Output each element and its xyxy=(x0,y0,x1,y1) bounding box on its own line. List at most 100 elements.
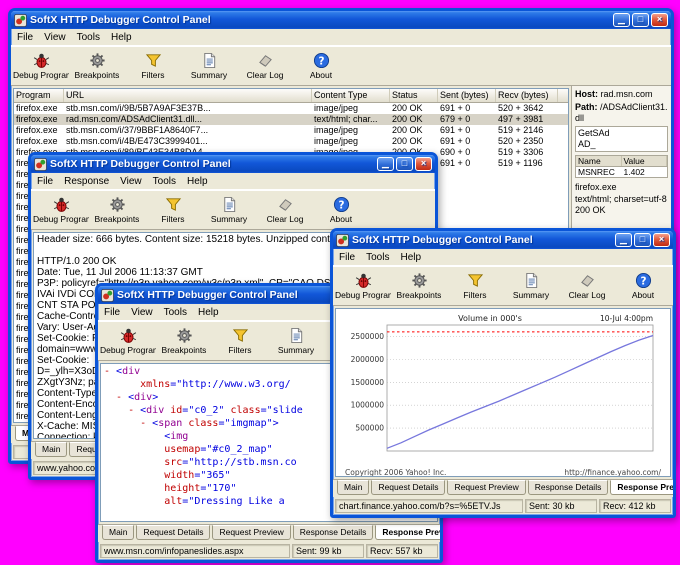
menu-view[interactable]: View xyxy=(131,307,153,318)
toolbar-debug-program-button[interactable]: Debug Program xyxy=(100,323,156,359)
toolbar-breakpoints-button[interactable]: Breakpoints xyxy=(69,48,125,84)
toolbar-debug-program-button[interactable]: Debug Program xyxy=(335,268,391,304)
maximize-button[interactable]: □ xyxy=(396,157,413,171)
table-row[interactable]: firefox.exe stb.msn.com/i/37/9BBF1A8640F7… xyxy=(14,125,568,136)
tab-response-preview[interactable]: Response Preview xyxy=(375,525,440,540)
toolbar-summary-button[interactable]: Summary xyxy=(181,48,237,84)
title-bar[interactable]: SoftX HTTP Debugger Control Panel ▁□× xyxy=(11,11,671,29)
breakpoints-gear-icon xyxy=(89,52,106,69)
toolbar-button-label: Clear Log xyxy=(266,214,304,224)
toolbar-summary-button[interactable]: Summary xyxy=(201,192,257,228)
toolbar-debug-program-button[interactable]: Debug Program xyxy=(13,48,69,84)
desktop: SoftX HTTP Debugger Control Panel ▁ □ × Fi… xyxy=(0,0,680,565)
query-param: AD_ xyxy=(578,139,596,150)
menu-bar: File Tools Help xyxy=(333,249,673,266)
summary-document-icon xyxy=(221,196,238,213)
menu-response[interactable]: Response xyxy=(64,176,109,187)
toolbar-about-button[interactable]: ? About xyxy=(313,192,369,228)
tab-main[interactable]: Main xyxy=(102,525,135,540)
svg-text:500000: 500000 xyxy=(355,424,384,433)
table-cell: 690 + 0 xyxy=(440,147,471,157)
status-url: chart.finance.yahoo.com/b?s=%5ETV.Js xyxy=(335,499,523,513)
menu-file[interactable]: File xyxy=(339,252,355,263)
column-header[interactable]: Status xyxy=(390,89,438,102)
toolbar-button-label: About xyxy=(309,70,333,80)
close-button[interactable]: × xyxy=(651,13,668,27)
menu-tools[interactable]: Tools xyxy=(366,252,389,263)
toolbar-button-label: Debug Program xyxy=(100,345,156,355)
maximize-button[interactable]: □ xyxy=(634,233,651,247)
column-header[interactable]: Sent (bytes) xyxy=(438,89,496,102)
toolbar: Debug Program Breakpoints Filters Summary Cl… xyxy=(333,266,673,306)
menu-file[interactable]: File xyxy=(17,32,33,43)
tab-request-details[interactable]: Request Details xyxy=(136,525,211,540)
menu-view[interactable]: View xyxy=(44,32,66,43)
filters-funnel-icon xyxy=(232,327,249,344)
column-header[interactable]: Program xyxy=(14,89,64,102)
window-controls: ▁□× xyxy=(377,157,432,171)
toolbar-filters-button[interactable]: Filters xyxy=(447,268,503,304)
toolbar-debug-program-button[interactable]: Debug Program xyxy=(33,192,89,228)
tab-response-preview[interactable]: Response Preview xyxy=(610,480,673,495)
toolbar-button-label: Breakpoints xyxy=(396,290,442,300)
minimize-button[interactable]: ▁ xyxy=(615,233,632,247)
debugger-window-response-preview-chart: SoftX HTTP Debugger Control Panel ▁ □ × Fi… xyxy=(330,228,676,518)
close-button[interactable]: × xyxy=(653,233,670,247)
maximize-button[interactable]: □ xyxy=(632,13,649,27)
toolbar-clear-log-button[interactable]: Clear Log xyxy=(257,192,313,228)
menu-tools[interactable]: Tools xyxy=(164,307,187,318)
menu-tools[interactable]: Tools xyxy=(77,32,100,43)
toolbar-button-label: Filters xyxy=(463,290,487,300)
column-header[interactable]: Recv (bytes) xyxy=(496,89,558,102)
toolbar-about-button[interactable]: ? About xyxy=(615,268,671,304)
menu-help[interactable]: Help xyxy=(400,252,421,263)
toolbar-filters-button[interactable]: Filters xyxy=(125,48,181,84)
toolbar-clear-log-button[interactable]: Clear Log xyxy=(559,268,615,304)
debug-bug-icon xyxy=(120,327,137,344)
toolbar-summary-button[interactable]: Summary xyxy=(268,323,324,359)
tab-request-details[interactable]: Request Details xyxy=(371,480,446,495)
minimize-button[interactable]: ▁ xyxy=(613,13,630,27)
toolbar-about-button[interactable]: ? About xyxy=(293,48,349,84)
menu-file[interactable]: File xyxy=(104,307,120,318)
toolbar-summary-button[interactable]: Summary xyxy=(503,268,559,304)
table-row[interactable]: firefox.exe stb.msn.com/i/9B/5B7A9AF3E37B… xyxy=(14,103,568,114)
menu-tools[interactable]: Tools xyxy=(153,176,176,187)
tab-request-preview[interactable]: Request Preview xyxy=(212,525,291,540)
menu-file[interactable]: File xyxy=(37,176,53,187)
menu-help[interactable]: Help xyxy=(111,32,132,43)
nv-row[interactable]: MSNREC 1.402 xyxy=(575,165,668,178)
toolbar-breakpoints-button[interactable]: Breakpoints xyxy=(391,268,447,304)
table-row[interactable]: firefox.exe rad.msn.com/ADSAdClient31.dll… xyxy=(14,114,568,125)
table-cell: image/jpeg xyxy=(314,125,359,135)
table-cell: 200 OK xyxy=(392,103,423,113)
breakpoints-gear-icon xyxy=(109,196,126,213)
table-row[interactable]: firefox.exe stb.msn.com/i/4B/E473C3999401… xyxy=(14,136,568,147)
host-label: Host: xyxy=(575,89,598,99)
toolbar-clear-log-button[interactable]: Clear Log xyxy=(237,48,293,84)
minimize-button[interactable]: ▁ xyxy=(377,157,394,171)
tab-response-details[interactable]: Response Details xyxy=(292,525,374,540)
column-header[interactable]: URL xyxy=(64,89,312,102)
clear-log-eraser-icon xyxy=(257,52,274,69)
tab-main[interactable]: Main xyxy=(35,442,68,457)
toolbar-breakpoints-button[interactable]: Breakpoints xyxy=(89,192,145,228)
toolbar-filters-button[interactable]: Filters xyxy=(145,192,201,228)
title-bar[interactable]: SoftX HTTP Debugger Control Panel ▁□× xyxy=(333,231,673,249)
table-cell: 691 + 0 xyxy=(440,125,471,135)
tab-request-preview[interactable]: Request Preview xyxy=(447,480,526,495)
status-sent: Sent: 30 kb xyxy=(525,499,597,513)
nv-name: MSNREC xyxy=(578,166,615,177)
menu-view[interactable]: View xyxy=(120,176,142,187)
host-value: rad.msn.com xyxy=(600,89,653,99)
menu-bar: File View Tools Help xyxy=(11,29,671,46)
title-bar[interactable]: SoftX HTTP Debugger Control Panel ▁□× xyxy=(31,155,435,173)
tab-response-details[interactable]: Response Details xyxy=(527,480,609,495)
toolbar-filters-button[interactable]: Filters xyxy=(212,323,268,359)
menu-help[interactable]: Help xyxy=(187,176,208,187)
close-button[interactable]: × xyxy=(415,157,432,171)
column-header[interactable]: Content Type xyxy=(312,89,390,102)
tab-main[interactable]: Main xyxy=(337,480,370,495)
toolbar-breakpoints-button[interactable]: Breakpoints xyxy=(156,323,212,359)
menu-help[interactable]: Help xyxy=(198,307,219,318)
